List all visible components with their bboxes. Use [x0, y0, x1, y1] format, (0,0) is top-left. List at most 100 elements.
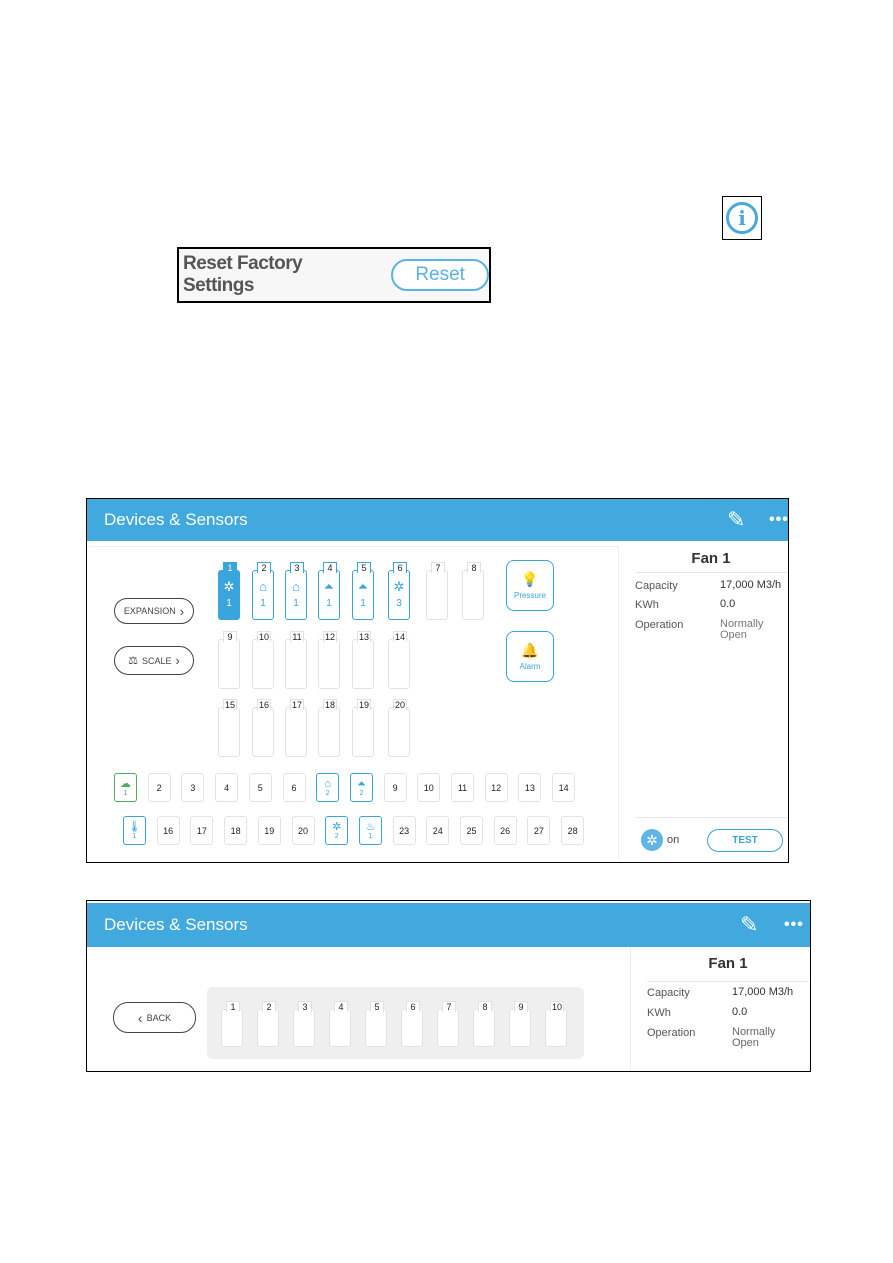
relay-slot[interactable]: 17 [285, 699, 307, 757]
relay-slot[interactable]: 16 [252, 699, 274, 757]
relay-number: 19 [357, 699, 371, 710]
curtain-icon: ⏶ [357, 579, 369, 594]
input-slot[interactable]: 17 [190, 816, 214, 845]
input-slot[interactable]: 19 [257, 816, 281, 845]
relay-slot[interactable]: 13 [352, 631, 374, 689]
relay-slot[interactable]: 8 [462, 562, 484, 620]
relay-slot[interactable]: 6 ✲ 3 [388, 562, 410, 620]
input-slot[interactable]: 12 [484, 773, 508, 802]
input-slot[interactable]: 11 [451, 773, 474, 802]
expansion-slot[interactable]: 2 [257, 1001, 279, 1047]
relay-number: 10 [257, 631, 271, 642]
input-slot[interactable]: 24 [426, 816, 450, 845]
expansion-slot[interactable]: 7 [437, 1001, 459, 1047]
input-slot[interactable]: 5 [248, 773, 272, 802]
slot-number: 4 [334, 1001, 348, 1012]
scale-icon: ⚖ [128, 655, 138, 667]
input-slot[interactable]: 27 [527, 816, 551, 845]
capacity-label: Capacity [635, 580, 678, 592]
fan-icon: ✲ [393, 579, 405, 594]
expansion-slot[interactable]: 6 [401, 1001, 423, 1047]
input-number: 12 [491, 782, 502, 793]
relay-slot[interactable]: 10 [252, 631, 274, 689]
input-number: 27 [533, 825, 544, 836]
input-slot[interactable]: 28 [561, 816, 585, 845]
slot-number: 9 [514, 1001, 528, 1012]
relay-slot[interactable]: 12 [318, 631, 340, 689]
input-slot[interactable]: 13 [518, 773, 542, 802]
back-label: BACK [146, 1012, 172, 1023]
relay-slot[interactable]: 18 [318, 699, 340, 757]
input-slot[interactable]: 10 [417, 773, 441, 802]
relay-slot[interactable]: 11 [285, 631, 307, 689]
input-slot[interactable]: ⌂ 2 [316, 773, 340, 802]
relay-slot[interactable]: 4 ⏶ 1 [318, 562, 340, 620]
relay-count: 1 [293, 598, 299, 609]
input-slot[interactable]: 25 [460, 816, 483, 845]
back-button[interactable]: ‹ BACK [113, 1002, 196, 1033]
input-slot[interactable]: 18 [224, 816, 248, 845]
input-slot[interactable]: ♨ 1 [358, 816, 382, 845]
chevron-left-icon: ‹ [137, 1009, 143, 1026]
fan-icon: ✲ [332, 821, 342, 833]
input-slot[interactable]: 23 [392, 816, 416, 845]
relay-slot[interactable]: 7 [426, 562, 448, 620]
scale-button[interactable]: ⚖ SCALE › [114, 646, 194, 675]
relay-slot[interactable]: 15 [218, 699, 240, 757]
alarm-button[interactable]: 🔔 Alarm [506, 631, 554, 682]
input-slot[interactable]: ☁ 1 [114, 773, 137, 802]
expansion-slot[interactable]: 5 [365, 1001, 387, 1047]
input-slot[interactable]: 9 [383, 773, 407, 802]
input-slot[interactable]: ⏶ 2 [349, 773, 373, 802]
input-number: 19 [264, 825, 275, 836]
info-button[interactable]: i [722, 196, 762, 240]
reset-label: Reset Factory Settings [183, 253, 303, 296]
kwh-value: 0.0 [720, 598, 736, 610]
expansion-slots-panel: 1 2 3 4 5 6 7 8 9 10 [207, 987, 584, 1059]
pressure-button[interactable]: 💡 Pressure [506, 560, 554, 611]
input-slot[interactable]: 4 [215, 773, 239, 802]
expansion-button[interactable]: EXPANSION › [114, 598, 194, 624]
input-slot[interactable]: 14 [552, 773, 576, 802]
thermometer-icon: 🌡 [127, 821, 142, 833]
input-slot[interactable]: 2 [147, 773, 171, 802]
slot-number: 10 [550, 1001, 564, 1012]
relay-number: 20 [393, 699, 407, 710]
relay-number: 12 [323, 631, 337, 642]
expansion-label: EXPANSION [123, 606, 176, 616]
expansion-slot[interactable]: 1 [221, 1001, 243, 1047]
expansion-slot[interactable]: 4 [329, 1001, 351, 1047]
expansion-slot[interactable]: 10 [545, 1001, 567, 1047]
input-number: 23 [399, 825, 410, 836]
reset-button[interactable]: Reset [391, 259, 489, 291]
relay-slot[interactable]: 3 ⌂ 1 [285, 562, 307, 620]
details-panel: Fan 1 Capacity 17,000 M3/h KWh 0.0 Operati… [647, 901, 809, 1071]
relay-slot[interactable]: 2 ⌂ 1 [252, 562, 274, 620]
input-slot[interactable]: 6 [282, 773, 306, 802]
operation-label: Operation [635, 619, 684, 631]
input-number: 17 [196, 825, 207, 836]
input-slot[interactable]: 16 [156, 816, 180, 845]
expansion-slot[interactable]: 9 [509, 1001, 531, 1047]
expansion-slot[interactable]: 8 [473, 1001, 495, 1047]
relay-slot[interactable]: 20 [388, 699, 410, 757]
relay-slot[interactable]: 5 ⏶ 1 [352, 562, 374, 620]
details-panel: Fan 1 Capacity 17,000 M3/h KWh 0.0 Operati… [635, 499, 787, 862]
input-number: 24 [432, 825, 443, 836]
relay-slot[interactable]: 19 [352, 699, 374, 757]
input-slot[interactable]: ✲ 2 [325, 816, 349, 845]
input-count: 1 [132, 833, 137, 840]
input-slot[interactable]: 3 [181, 773, 205, 802]
expansion-slot[interactable]: 3 [293, 1001, 315, 1047]
slot-number: 3 [298, 1001, 312, 1012]
test-button[interactable]: TEST [707, 829, 783, 852]
slot-number: 5 [370, 1001, 384, 1012]
relay-slot[interactable]: 9 [218, 631, 240, 689]
page-title: Devices & Sensors [104, 510, 248, 529]
relay-slot[interactable]: 14 [388, 631, 410, 689]
input-number: 26 [500, 825, 511, 836]
relay-slot[interactable]: 1 ✲ 1 [218, 562, 240, 620]
input-slot[interactable]: 🌡 1 [123, 816, 146, 845]
input-slot[interactable]: 26 [493, 816, 517, 845]
input-slot[interactable]: 20 [291, 816, 315, 845]
